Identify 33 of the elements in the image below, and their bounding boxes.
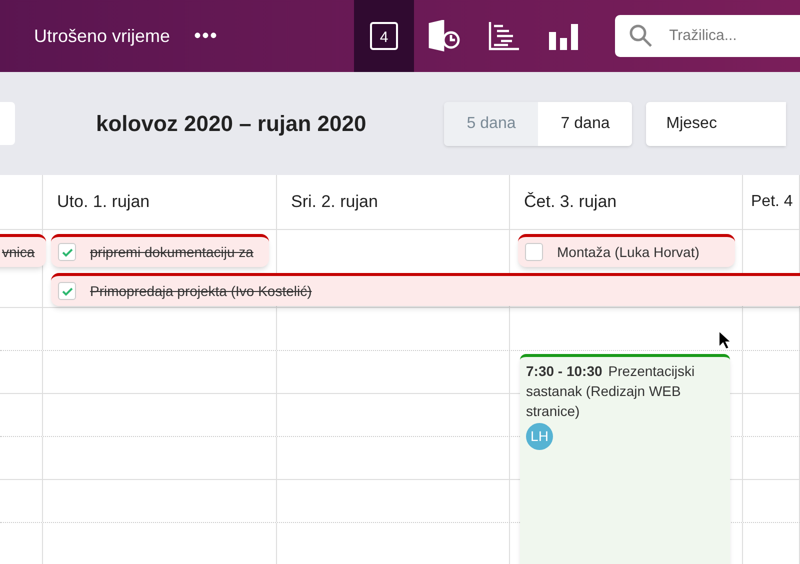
checkbox[interactable]: [525, 243, 543, 261]
checkmark-icon: [62, 286, 72, 296]
search-bar[interactable]: Tražilica...: [615, 15, 800, 57]
app-title: Utrošeno vrijeme: [34, 24, 170, 48]
event-title: Montaža (Luka Horvat): [557, 242, 700, 262]
checkbox[interactable]: [58, 282, 76, 300]
event-title: Primopredaja projekta (Ivo Kostelić): [90, 282, 312, 301]
bar-chart-icon: [548, 22, 580, 50]
all-day-event[interactable]: vnica: [0, 234, 46, 267]
nav-tab[interactable]: 4: [354, 0, 414, 72]
calendar-icon: 4: [370, 22, 398, 50]
search-icon: [629, 24, 654, 48]
view-tab[interactable]: 7 dana: [538, 102, 632, 146]
day-header: Sri. 2. rujan: [291, 191, 378, 214]
checkmark-icon: [62, 248, 72, 256]
day-header: Uto. 1. rujan: [57, 191, 150, 214]
all-day-event[interactable]: pripremi dokumentaciju za: [51, 234, 269, 267]
cursor-icon: [718, 330, 732, 350]
gantt-chart-icon: [488, 21, 520, 51]
date-range-title: kolovoz 2020 – rujan 2020: [96, 110, 366, 138]
event-title: vnica: [2, 242, 35, 262]
event-title: pripremi dokumentaciju za: [90, 242, 254, 262]
more-button[interactable]: •••: [194, 21, 218, 51]
calendar-event[interactable]: 7:30 - 10:30 Prezentacijski sastanak (Redizajn WEB stranice) LH: [520, 354, 730, 564]
month-button[interactable]: Mjesec: [646, 102, 786, 146]
day-header: Čet. 3. rujan: [524, 191, 617, 214]
avatar: LH: [526, 423, 553, 450]
all-day-event[interactable]: Montaža (Luka Horvat): [518, 234, 735, 267]
search-input[interactable]: Tražilica...: [669, 24, 800, 48]
checkbox[interactable]: [58, 243, 76, 261]
all-day-event[interactable]: Primopredaja projekta (Ivo Kostelić): [51, 273, 800, 306]
day-header: Pet. 4: [751, 192, 793, 212]
event-description: 7:30 - 10:30 Prezentacijski sastanak (Redizajn WEB stranice): [526, 362, 696, 421]
